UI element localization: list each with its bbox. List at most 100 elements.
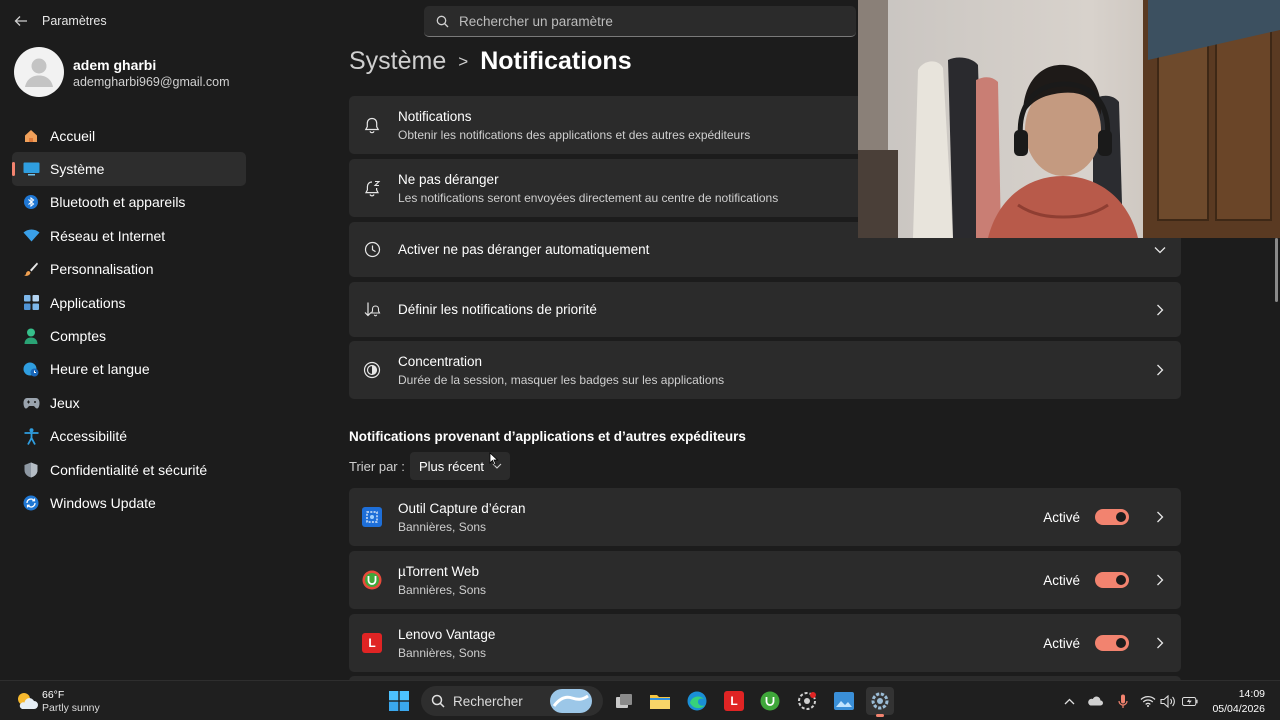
edge-icon [687, 691, 707, 711]
taskbar-search-label: Rechercher [453, 693, 523, 709]
sidebar-item-reseau[interactable]: Réseau et Internet [12, 219, 246, 252]
sidebar-item-jeux[interactable]: Jeux [12, 386, 246, 419]
sort-dropdown-value: Plus récent [419, 458, 485, 474]
sidebar-item-label: Bluetooth et appareils [50, 194, 186, 211]
person-silhouette-icon [25, 58, 53, 87]
setting-title: Concentration [398, 353, 483, 369]
folder-icon [650, 695, 670, 709]
app-title: Paramètres [42, 14, 107, 28]
settings-search-input[interactable] [459, 13, 839, 29]
weather-temperature[interactable]: 66°F [42, 689, 64, 701]
settings-search-box[interactable] [424, 6, 856, 37]
focus-icon [363, 361, 381, 379]
task-view-button[interactable] [610, 687, 638, 715]
scrollbar-thumb[interactable] [1275, 238, 1278, 302]
chevron-right-icon[interactable] [1153, 573, 1167, 587]
chevron-down-icon[interactable] [1153, 243, 1167, 257]
chevron-right-icon[interactable] [1153, 363, 1167, 377]
battery-icon[interactable] [1182, 693, 1198, 709]
app-notifications-heading: Notifications provenant d’applications e… [349, 429, 746, 444]
recorder-taskbar-button[interactable] [793, 687, 821, 715]
lenovo-vantage-taskbar-button[interactable]: L [720, 687, 748, 715]
sidebar-item-label: Applications [50, 294, 126, 311]
wifi-icon [22, 227, 40, 245]
app-name: Outil Capture d’écran [398, 500, 526, 516]
webcam-overlay [858, 0, 1280, 238]
shield-icon [22, 461, 40, 479]
sidebar-item-confidentialite[interactable]: Confidentialité et sécurité [12, 453, 246, 486]
app-row-capture[interactable]: Outil Capture d’écran Bannières, Sons Ac… [349, 488, 1181, 546]
app-detail: Bannières, Sons [398, 519, 487, 534]
file-explorer-button[interactable] [646, 687, 674, 715]
taskbar: 66°F Partly sunny Rechercher L 14:09 05/… [0, 680, 1280, 720]
notification-toggle[interactable] [1095, 572, 1129, 588]
toggle-state-label: Activé [1043, 635, 1080, 651]
clock-date: 05/04/2026 [1212, 703, 1265, 715]
taskbar-clock[interactable]: 14:09 05/04/2026 [1212, 687, 1265, 717]
sidebar-item-systeme[interactable]: Système [12, 152, 246, 186]
clock-time: 14:09 [1238, 688, 1265, 700]
chevron-right-icon[interactable] [1153, 303, 1167, 317]
sidebar-nav: Accueil Système Bluetooth et appareils R… [12, 119, 246, 520]
setting-subtitle: Les notifications seront envoyées direct… [398, 190, 779, 205]
globe-clock-icon [22, 360, 40, 378]
task-view-icon [616, 694, 632, 708]
sort-label: Trier par : [349, 459, 405, 474]
setting-title: Ne pas déranger [398, 171, 499, 187]
toggle-state-label: Activé [1043, 509, 1080, 525]
edge-button[interactable] [683, 687, 711, 715]
sidebar-item-accueil[interactable]: Accueil [12, 119, 246, 152]
brush-icon [22, 260, 40, 278]
gear-icon [871, 692, 889, 710]
chevron-right-icon[interactable] [1153, 510, 1167, 524]
sidebar-item-bluetooth[interactable]: Bluetooth et appareils [12, 186, 246, 219]
photos-taskbar-button[interactable] [830, 687, 858, 715]
page-title: Notifications [480, 47, 632, 75]
back-arrow-icon [14, 16, 27, 26]
sidebar-item-label: Comptes [50, 328, 107, 345]
setting-subtitle: Durée de la session, masquer les badges … [398, 372, 725, 387]
search-icon [436, 15, 449, 27]
app-row-lenovo-vantage[interactable]: L Lenovo Vantage Bannières, Sons Activé [349, 614, 1181, 672]
avatar[interactable] [14, 47, 64, 97]
onedrive-icon[interactable] [1087, 693, 1103, 709]
notification-toggle[interactable] [1095, 509, 1129, 525]
sidebar-item-applications[interactable]: Applications [12, 286, 246, 319]
microphone-icon[interactable] [1115, 693, 1131, 709]
back-button[interactable] [10, 10, 32, 32]
snipping-tool-icon [362, 507, 382, 527]
settings-taskbar-button[interactable] [866, 687, 894, 717]
notification-toggle[interactable] [1095, 635, 1129, 651]
breadcrumb: Système > Notifications [349, 47, 632, 76]
setting-title: Définir les notifications de priorité [398, 302, 597, 317]
bluetooth-icon [22, 193, 40, 211]
sidebar-item-label: Jeux [50, 394, 80, 411]
person-icon [22, 327, 40, 345]
start-button[interactable] [385, 687, 413, 715]
app-row-utorrent[interactable]: µTorrent Web Bannières, Sons Activé [349, 551, 1181, 609]
bell-snooze-icon [363, 179, 381, 197]
photos-icon [834, 692, 854, 710]
volume-icon[interactable] [1160, 693, 1176, 709]
priority-icon [363, 301, 381, 319]
setting-title: Activer ne pas déranger automatiquement [398, 242, 650, 257]
setting-concentration[interactable]: Concentration Durée de la session, masqu… [349, 341, 1181, 399]
breadcrumb-parent[interactable]: Système [349, 47, 446, 76]
sidebar-item-heure-langue[interactable]: Heure et langue [12, 353, 246, 386]
sidebar-item-accessibilite[interactable]: Accessibilité [12, 420, 246, 453]
taskbar-search[interactable]: Rechercher [421, 686, 603, 716]
sidebar-item-windows-update[interactable]: Windows Update [12, 486, 246, 519]
setting-priority-notifications[interactable]: Définir les notifications de priorité [349, 282, 1181, 337]
utorrent-taskbar-button[interactable] [756, 687, 784, 715]
partly-sunny-icon[interactable] [14, 689, 38, 713]
windows-logo-icon [389, 691, 409, 711]
wifi-status-icon[interactable] [1140, 693, 1156, 709]
active-app-indicator [876, 714, 884, 717]
sidebar-item-label: Windows Update [50, 494, 156, 511]
sidebar-item-comptes[interactable]: Comptes [12, 319, 246, 352]
tray-overflow-icon[interactable] [1061, 693, 1077, 709]
weather-description[interactable]: Partly sunny [42, 702, 100, 714]
chevron-right-icon[interactable] [1153, 636, 1167, 650]
utorrent-icon [760, 691, 780, 711]
sidebar-item-personnalisation[interactable]: Personnalisation [12, 253, 246, 286]
